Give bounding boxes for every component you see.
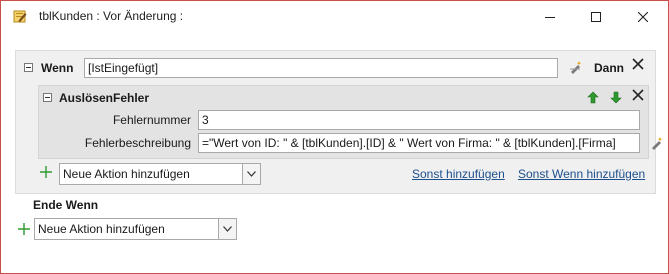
error-description-input[interactable]: ="Wert von ID: " & [tblKunden].[ID] & " …: [198, 133, 640, 153]
move-up-icon[interactable]: [587, 91, 599, 107]
error-number-input[interactable]: 3: [198, 110, 640, 130]
close-icon: [638, 11, 648, 22]
chevron-down-icon[interactable]: [242, 164, 260, 184]
end-if-keyword: Ende Wenn: [33, 198, 99, 212]
title-bar: tblKunden : Vor Änderung :: [1, 1, 668, 32]
add-action-plus-icon: [39, 165, 53, 179]
add-else-if-link[interactable]: Sonst Wenn hinzufügen: [518, 167, 645, 181]
close-window-button[interactable]: [620, 1, 666, 32]
action-name: AuslösenFehler: [59, 91, 150, 105]
maximize-icon: [591, 11, 601, 22]
chevron-down-icon[interactable]: [218, 219, 236, 239]
macro-designer-window: tblKunden : Vor Änderung : Wenn [IstEing…: [0, 0, 669, 274]
minimize-button[interactable]: [527, 1, 573, 32]
error-description-label: Fehlerbeschreibung: [84, 136, 191, 150]
collapse-if-icon[interactable]: [24, 63, 33, 72]
window-title: tblKunden : Vor Änderung :: [39, 9, 184, 23]
delete-if-icon[interactable]: [632, 58, 644, 73]
bottom-add-action-dropdown[interactable]: Neue Aktion hinzufügen: [34, 218, 237, 240]
add-else-link[interactable]: Sonst hinzufügen: [412, 167, 505, 181]
error-number-label: Fehlernummer: [112, 113, 191, 127]
minimize-icon: [545, 16, 555, 18]
move-down-icon[interactable]: [610, 91, 622, 107]
macro-edit-icon: [13, 10, 27, 23]
collapse-action-icon[interactable]: [43, 93, 52, 102]
then-keyword: Dann: [594, 61, 624, 75]
condition-input[interactable]: [IstEingefügt]: [84, 58, 558, 78]
if-keyword: Wenn: [41, 61, 74, 75]
delete-action-icon[interactable]: [632, 89, 644, 104]
add-action-dropdown[interactable]: Neue Aktion hinzufügen: [59, 163, 261, 185]
add-action-placeholder: Neue Aktion hinzufügen: [63, 167, 190, 181]
maximize-button[interactable]: [573, 1, 619, 32]
action-block: AuslösenFehler Fehlernummer 3 Fehlerbesc…: [38, 85, 663, 159]
bottom-add-action-placeholder: Neue Aktion hinzufügen: [38, 222, 165, 236]
add-action-plus-icon: [17, 222, 31, 236]
expression-builder-icon[interactable]: [569, 60, 583, 77]
description-builder-icon[interactable]: [650, 136, 664, 153]
if-block: Wenn [IstEingefügt] Dann AuslösenFehler: [15, 50, 663, 194]
